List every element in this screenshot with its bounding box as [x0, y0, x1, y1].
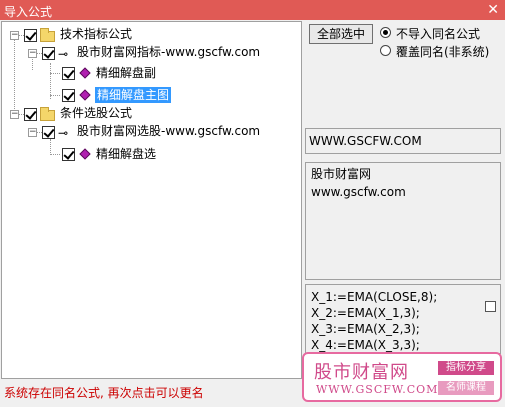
description-line: www.gscfw.com	[311, 185, 406, 199]
folder-icon	[40, 107, 55, 121]
select-all-button[interactable]: 全部选中	[309, 24, 373, 44]
close-icon[interactable]: ✕	[487, 1, 499, 19]
key-icon: ⊸	[58, 47, 69, 61]
collapse-toggle-icon[interactable]: −	[28, 49, 37, 58]
watermark-tag: 指标分享	[438, 361, 494, 375]
formula-line: X_3:=EMA(X_2,3);	[311, 322, 420, 336]
formula-line: X_2:=EMA(X_1,3);	[311, 306, 420, 320]
formula-gem-icon	[79, 89, 91, 101]
tree-item-jingxi-zhutu-selected[interactable]: 精细解盘主图	[95, 87, 172, 103]
formula-line: X_4:=EMA(X_3,3);	[311, 338, 420, 352]
formula-gem-icon	[79, 67, 91, 79]
package-checkbox-indicators[interactable]	[42, 47, 55, 60]
formula-line: X_1:=EMA(CLOSE,8);	[311, 290, 438, 304]
tree-item-jingxi-fu[interactable]: 精细解盘副	[96, 65, 156, 81]
package-label-indicators[interactable]: 股市财富网指标-www.gscfw.com	[77, 44, 260, 60]
collapse-toggle-icon[interactable]: −	[10, 31, 19, 40]
collapse-toggle-icon[interactable]: −	[10, 110, 19, 119]
radio-overwrite[interactable]	[380, 45, 391, 56]
radio-skip-duplicates-label[interactable]: 不导入同名公式	[396, 25, 480, 42]
collapse-toggle-icon[interactable]: −	[28, 128, 37, 137]
formula-tree[interactable]: − 技术指标公式 − ⊸ 股市财富网指标-www.gscfw.com 精细解盘副…	[1, 21, 302, 379]
status-message: 系统存在同名公式, 再次点击可以更名	[4, 386, 204, 400]
category-label-indicators[interactable]: 技术指标公式	[60, 26, 132, 42]
package-label-stockselect[interactable]: 股市财富网选股-www.gscfw.com	[77, 123, 260, 139]
tree-item-jingxi-xuan[interactable]: 精细解盘选	[96, 146, 156, 162]
source-url-field: WWW.GSCFW.COM	[305, 128, 501, 154]
formula-box-checkbox[interactable]	[485, 301, 496, 312]
radio-skip-duplicates[interactable]	[380, 27, 391, 38]
watermark-brand: 股市财富网	[314, 362, 409, 383]
description-line: 股市财富网	[311, 167, 372, 181]
watermark-tag: 名师课程	[438, 381, 494, 395]
item-checkbox[interactable]	[62, 67, 75, 80]
category-label-stockselect[interactable]: 条件选股公式	[60, 105, 132, 121]
watermark-logo: 股市财富网 WWW.GSCFW.COM 指标分享 名师课程	[302, 352, 502, 402]
source-url-text: WWW.GSCFW.COM	[309, 134, 422, 148]
item-checkbox[interactable]	[62, 148, 75, 161]
radio-overwrite-label[interactable]: 覆盖同名(非系统)	[396, 43, 489, 60]
formula-gem-icon	[79, 148, 91, 160]
item-checkbox[interactable]	[62, 89, 75, 102]
title-bar: 导入公式 ✕	[0, 0, 505, 20]
package-checkbox-stockselect[interactable]	[42, 126, 55, 139]
import-formula-dialog: 导入公式 ✕ − 技术指标公式 − ⊸ 股市财富网指标-www.gscfw.co…	[0, 0, 505, 407]
window-title: 导入公式	[4, 5, 53, 19]
category-checkbox-stockselect[interactable]	[24, 108, 37, 121]
description-box[interactable]: 股市财富网 www.gscfw.com	[305, 162, 501, 280]
formula-source-box[interactable]: X_1:=EMA(CLOSE,8); X_2:=EMA(X_1,3); X_3:…	[305, 284, 501, 354]
key-icon: ⊸	[58, 126, 69, 140]
folder-icon	[40, 28, 55, 42]
category-checkbox-indicators[interactable]	[24, 29, 37, 42]
watermark-url: WWW.GSCFW.COM	[316, 383, 439, 396]
